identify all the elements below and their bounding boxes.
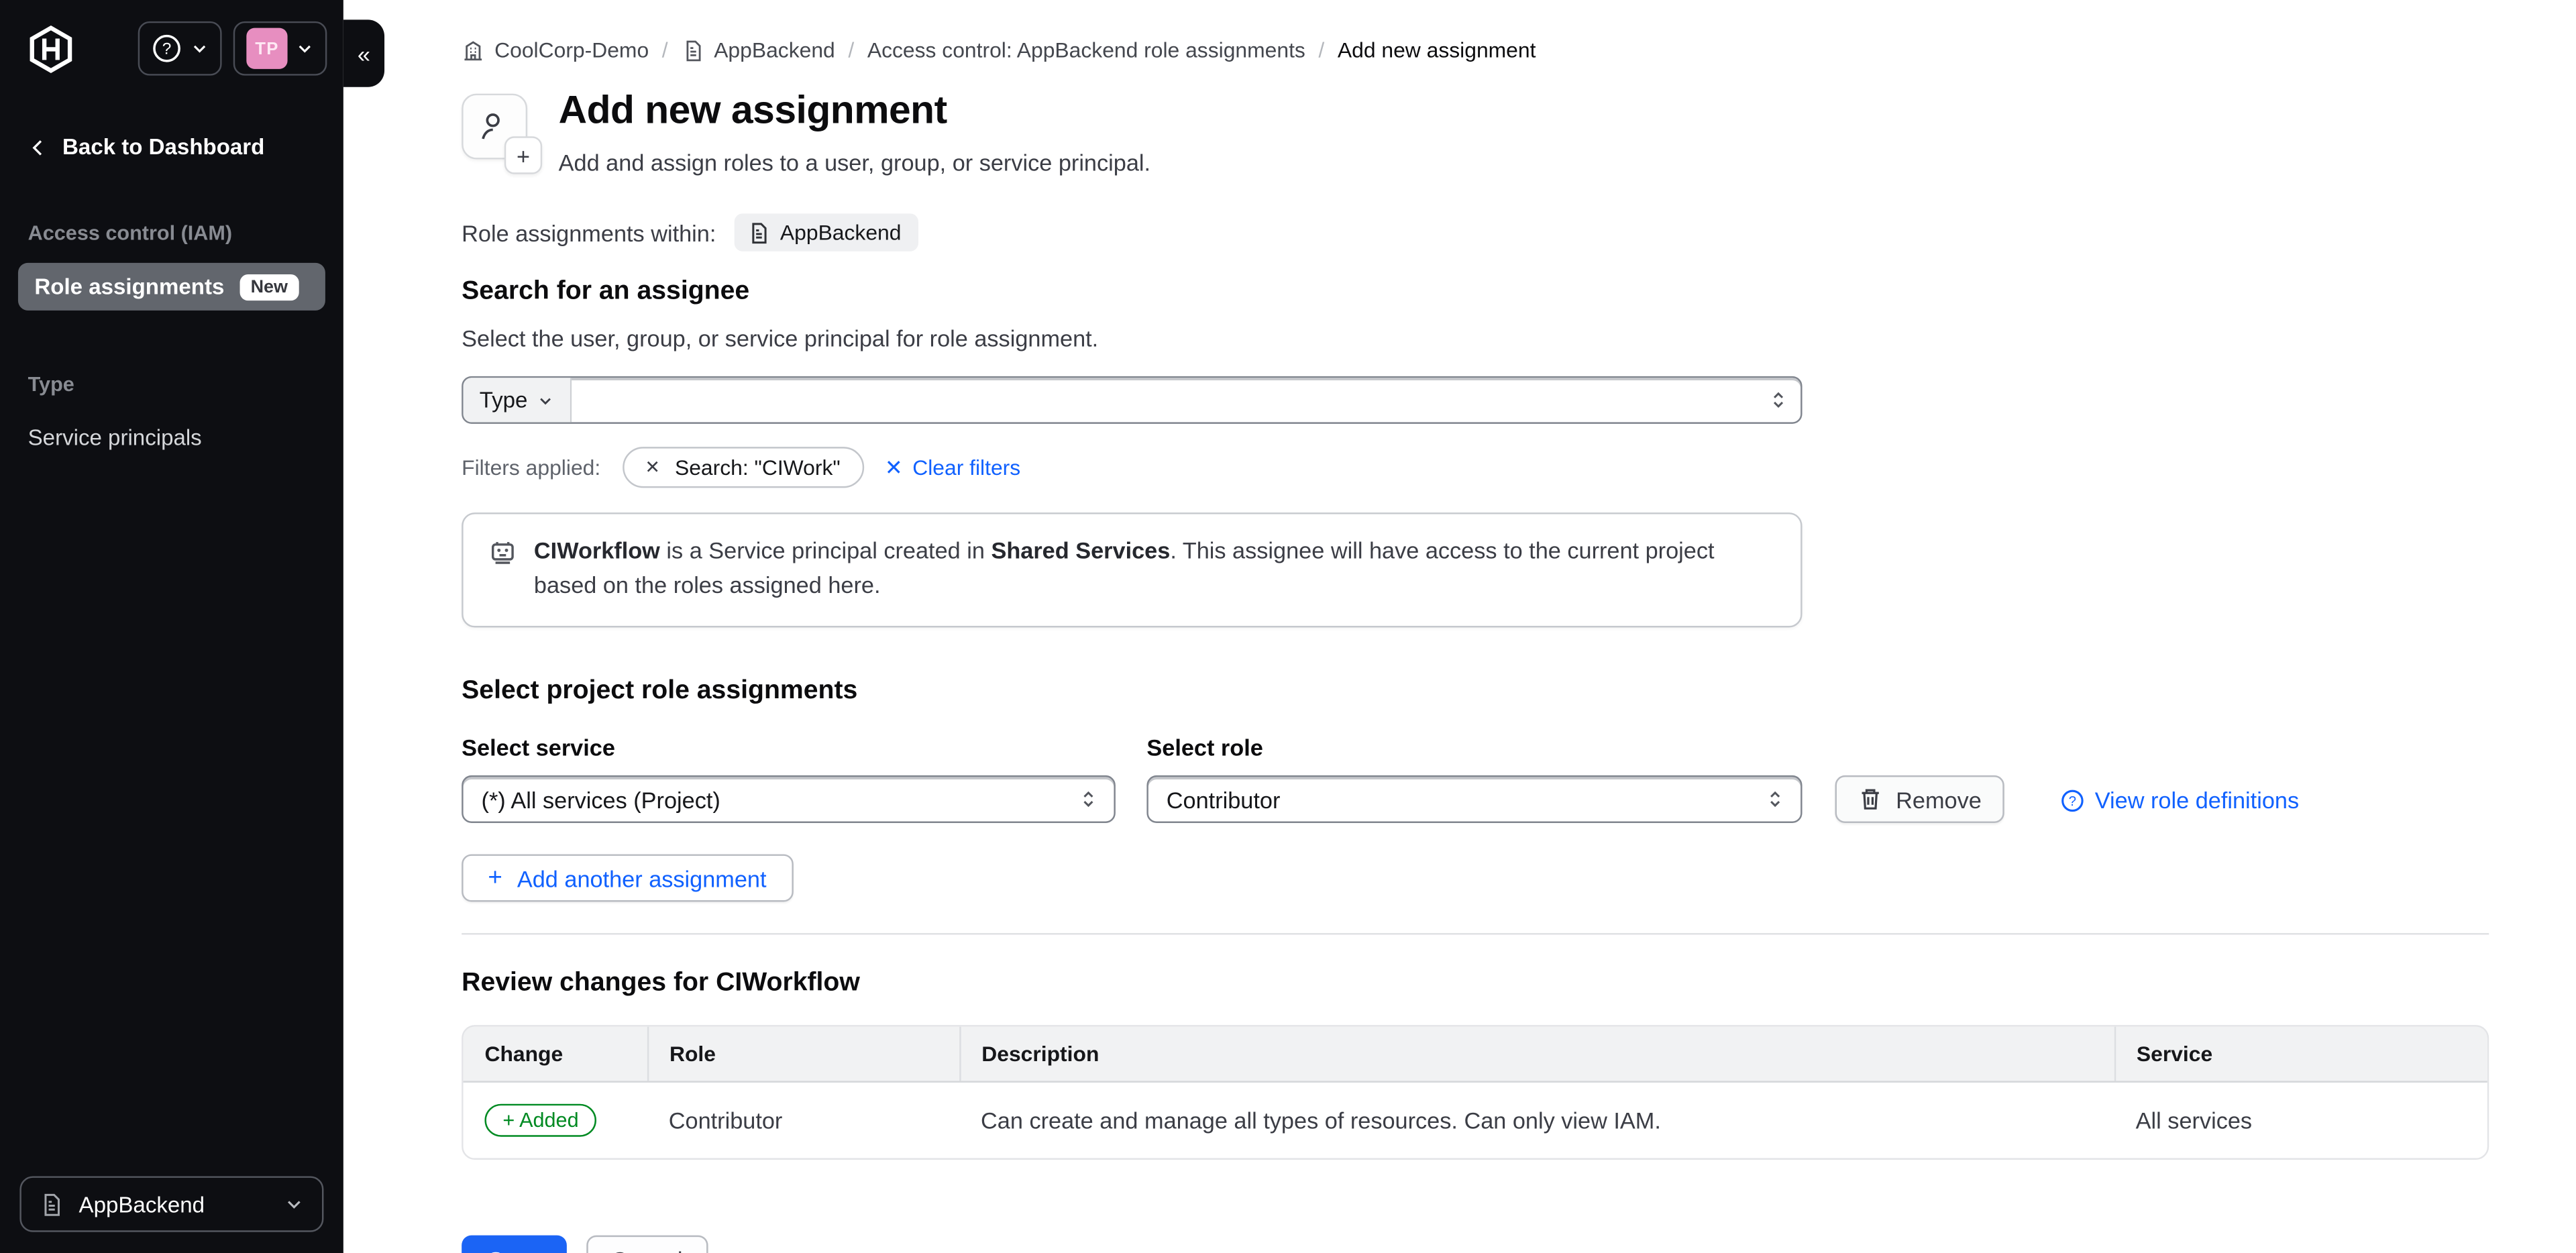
document-icon xyxy=(40,1192,64,1217)
view-role-definitions-link[interactable]: ? View role definitions xyxy=(2060,787,2299,813)
select-caret-icon xyxy=(1764,789,1786,810)
table-row: + Added Contributor Can create and manag… xyxy=(464,1082,2487,1158)
page-header: + Add new assignment Add and assign role… xyxy=(462,89,2489,176)
review-changes-table: Change Role Description Service + Added … xyxy=(462,1025,2489,1160)
sidebar-collapse-button[interactable]: « xyxy=(343,19,384,87)
breadcrumb-separator: / xyxy=(1318,38,1324,62)
search-assignee-description: Select the user, group, or service princ… xyxy=(462,325,2489,351)
search-filter-chip[interactable]: ✕ Search: "CIWork" xyxy=(622,447,863,488)
help-icon: ? xyxy=(151,33,182,64)
help-menu-button[interactable]: ? xyxy=(138,21,222,76)
footer-actions: Save Cancel xyxy=(462,1236,2489,1253)
role-select[interactable]: Contributor xyxy=(1146,775,1802,823)
row-service: All services xyxy=(2114,1082,2487,1158)
sidebar-section-type: Type xyxy=(0,373,343,396)
column-description: Description xyxy=(959,1027,2114,1082)
back-to-dashboard-link[interactable]: Back to Dashboard xyxy=(0,135,343,160)
project-switcher-label: AppBackend xyxy=(79,1192,205,1217)
sidebar-item-role-assignments[interactable]: Role assignments New xyxy=(18,263,325,311)
sidebar-spacer xyxy=(0,458,343,1176)
sidebar-item-service-principals[interactable]: Service principals xyxy=(0,417,343,458)
section-divider xyxy=(462,933,2489,934)
row-description: Can create and manage all types of resou… xyxy=(959,1082,2114,1158)
filters-applied-label: Filters applied: xyxy=(462,455,600,480)
breadcrumb-current: Add new assignment xyxy=(1338,38,1536,62)
assignment-row: Select service (*) All services (Project… xyxy=(462,734,2489,823)
scope-row: Role assignments within: AppBackend xyxy=(462,213,2489,251)
review-changes-heading: Review changes for CIWorkflow xyxy=(462,969,2489,999)
page-subtitle: Add and assign roles to a user, group, o… xyxy=(559,150,1150,176)
document-icon xyxy=(747,221,770,243)
project-switcher-button[interactable]: AppBackend xyxy=(19,1176,323,1232)
added-status-badge: + Added xyxy=(484,1104,596,1137)
save-button[interactable]: Save xyxy=(462,1236,567,1253)
breadcrumb: CoolCorp-Demo / AppBackend / Access cont… xyxy=(462,38,2489,62)
breadcrumb-separator: / xyxy=(662,38,668,62)
assignee-org: Shared Services xyxy=(991,537,1170,563)
trash-icon xyxy=(1858,787,1883,812)
breadcrumb-section[interactable]: Access control: AppBackend role assignme… xyxy=(867,38,1305,62)
remove-assignment-button[interactable]: Remove xyxy=(1835,775,2005,823)
assignee-search-control: Type xyxy=(462,376,1802,424)
document-icon xyxy=(681,39,704,62)
clear-filters-link[interactable]: ✕ Clear filters xyxy=(885,454,1020,480)
sidebar-item-label: Role assignments xyxy=(34,274,224,299)
service-principal-robot-icon xyxy=(488,534,517,603)
chevron-down-icon xyxy=(284,1194,304,1213)
assignee-search-input[interactable] xyxy=(572,378,1754,422)
breadcrumb-project[interactable]: AppBackend xyxy=(681,38,835,62)
table-header-row: Change Role Description Service xyxy=(464,1027,2487,1082)
new-badge: New xyxy=(239,274,299,300)
add-another-assignment-button[interactable]: + Add another assignment xyxy=(462,854,793,902)
main-content: CoolCorp-Demo / AppBackend / Access cont… xyxy=(343,0,2576,1253)
column-change: Change xyxy=(464,1027,647,1082)
user-plus-icon: + xyxy=(462,94,527,160)
select-service-label: Select service xyxy=(462,734,1116,761)
sidebar-section-access-control: Access control (IAM) xyxy=(0,222,343,245)
svg-text:?: ? xyxy=(2069,794,2076,808)
dismiss-icon[interactable]: ✕ xyxy=(645,457,660,478)
breadcrumb-separator: / xyxy=(848,38,854,62)
type-filter-dropdown[interactable]: Type xyxy=(464,378,572,422)
hashicorp-logo[interactable] xyxy=(28,24,74,73)
filter-chip-label: Search: "CIWork" xyxy=(675,455,841,480)
user-menu-button[interactable]: TP xyxy=(233,21,327,76)
sidebar-header: ? TP xyxy=(0,0,343,92)
help-circle-icon: ? xyxy=(2060,787,2085,812)
organization-icon xyxy=(462,39,484,62)
sidebar: ? TP Back to Dashboard Ac xyxy=(0,0,343,1253)
row-role: Contributor xyxy=(647,1082,959,1158)
clear-icon: ✕ xyxy=(885,454,903,480)
cancel-button[interactable]: Cancel xyxy=(586,1236,707,1253)
select-caret-icon xyxy=(1078,789,1099,810)
assignee-info-text: CIWorkflow is a Service principal create… xyxy=(534,534,1774,603)
app-window: ? TP Back to Dashboard Ac xyxy=(0,0,2576,1253)
chevron-down-icon xyxy=(537,392,553,408)
chevron-down-icon xyxy=(191,40,209,58)
plus-icon: + xyxy=(504,136,542,174)
project-badge: AppBackend xyxy=(734,213,918,251)
page-title: Add new assignment xyxy=(559,89,1150,135)
column-service: Service xyxy=(2114,1027,2487,1082)
plus-icon: + xyxy=(488,864,502,892)
avatar: TP xyxy=(246,28,287,69)
column-role: Role xyxy=(647,1027,959,1082)
sidebar-header-actions: ? TP xyxy=(138,21,327,76)
assignee-name: CIWorkflow xyxy=(534,537,660,563)
role-assignments-heading: Select project role assignments xyxy=(462,677,2489,706)
assignee-info-box: CIWorkflow is a Service principal create… xyxy=(462,512,1802,627)
back-to-dashboard-label: Back to Dashboard xyxy=(62,135,264,160)
chevron-down-icon xyxy=(296,40,314,58)
svg-text:?: ? xyxy=(162,40,172,58)
breadcrumb-org[interactable]: CoolCorp-Demo xyxy=(462,38,649,62)
chevron-left-icon xyxy=(28,137,48,156)
select-caret-icon[interactable] xyxy=(1755,378,1801,422)
scope-label: Role assignments within: xyxy=(462,219,716,246)
search-assignee-heading: Search for an assignee xyxy=(462,278,2489,307)
select-role-label: Select role xyxy=(1146,734,1802,761)
service-select[interactable]: (*) All services (Project) xyxy=(462,775,1116,823)
filters-row: Filters applied: ✕ Search: "CIWork" ✕ Cl… xyxy=(462,447,2489,488)
